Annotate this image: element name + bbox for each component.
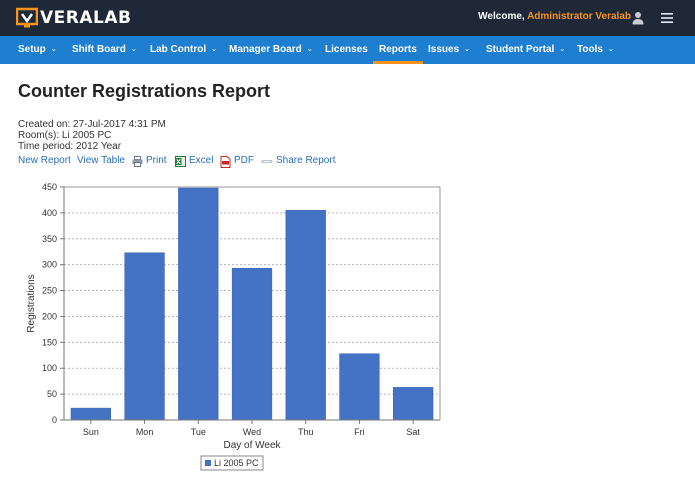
nav-shift-board[interactable]: Shift Board ⌄ xyxy=(72,36,137,64)
welcome-message: Welcome, Administrator Veralab xyxy=(478,11,631,22)
y-axis-label: Registrations xyxy=(26,274,37,332)
excel-icon[interactable] xyxy=(175,156,186,167)
y-tick-label: 400 xyxy=(42,208,57,218)
report-rooms: Room(s): Li 2005 PC xyxy=(18,130,112,141)
report-created: Created on: 27-Jul-2017 4:31 PM xyxy=(18,119,166,130)
bar-fri[interactable] xyxy=(339,353,380,421)
y-tick-label: 150 xyxy=(42,337,57,347)
new-report-link[interactable]: New Report xyxy=(18,155,71,166)
bar-thu[interactable] xyxy=(285,210,326,421)
excel-link[interactable]: Excel xyxy=(189,155,213,166)
x-tick-label: Mon xyxy=(136,427,154,437)
bar-tue[interactable] xyxy=(178,187,219,421)
nav-label: Student Portal xyxy=(486,44,555,55)
x-tick-label: Fri xyxy=(354,427,365,437)
share-report-link[interactable]: Share Report xyxy=(276,155,335,166)
y-axis-ticks: 0 50 100 150 200 250 300 350 400 450 xyxy=(42,182,64,425)
chevron-down-icon: ⌄ xyxy=(607,46,614,53)
nav-label: Issues xyxy=(428,44,460,55)
bar-mon[interactable] xyxy=(124,252,165,421)
nav-licenses[interactable]: Licenses xyxy=(325,36,368,64)
y-tick-label: 100 xyxy=(42,363,57,373)
nav-lab-control[interactable]: Lab Control ⌄ xyxy=(150,36,217,64)
print-link[interactable]: Print xyxy=(146,155,167,166)
x-tick-label: Sat xyxy=(406,427,420,437)
x-axis-ticks: Sun Mon Tue Wed Thu Fri Sat xyxy=(83,420,420,437)
bar-sun[interactable] xyxy=(70,407,111,421)
y-tick-label: 300 xyxy=(42,260,57,270)
hamburger-menu-icon[interactable] xyxy=(661,12,673,24)
legend-label: Li 2005 PC xyxy=(214,458,259,468)
page-title: Counter Registrations Report xyxy=(18,81,271,101)
user-icon[interactable] xyxy=(632,11,644,25)
logo-text: VERALAB xyxy=(40,8,132,28)
y-tick-label: 200 xyxy=(42,311,57,321)
nav-issues[interactable]: Issues ⌄ xyxy=(428,36,470,64)
nav-label: Tools xyxy=(577,44,603,55)
welcome-user[interactable]: Administrator Veralab xyxy=(527,11,631,22)
share-icon[interactable] xyxy=(261,156,273,167)
bar-wed[interactable] xyxy=(231,268,273,421)
top-bar: VERALAB Welcome, Administrator Veralab xyxy=(0,0,695,36)
nav-label: Licenses xyxy=(325,44,368,55)
nav-label: Setup xyxy=(18,44,46,55)
y-tick-label: 250 xyxy=(42,286,57,296)
welcome-prefix: Welcome, xyxy=(478,11,528,22)
y-tick-label: 450 xyxy=(42,182,57,192)
chevron-down-icon: ⌄ xyxy=(50,46,57,53)
y-tick-label: 50 xyxy=(47,389,57,399)
chevron-down-icon: ⌄ xyxy=(211,46,217,53)
view-table-link[interactable]: View Table xyxy=(77,155,125,166)
monitor-logo-icon xyxy=(16,7,38,28)
logo[interactable]: VERALAB xyxy=(16,7,131,29)
chevron-down-icon: ⌄ xyxy=(130,46,137,53)
printer-icon[interactable] xyxy=(132,156,143,167)
x-tick-label: Tue xyxy=(191,427,206,437)
nav-setup[interactable]: Setup ⌄ xyxy=(18,36,57,64)
nav-label: Lab Control xyxy=(150,44,207,55)
nav-label: Manager Board xyxy=(229,44,302,55)
chart-bars xyxy=(70,187,434,421)
nav-manager-board[interactable]: Manager Board ⌄ xyxy=(229,36,313,64)
pdf-link[interactable]: PDF xyxy=(234,155,254,166)
x-tick-label: Wed xyxy=(243,427,261,437)
chevron-down-icon: ⌄ xyxy=(464,46,471,53)
y-tick-label: 0 xyxy=(52,415,57,425)
nav-student-portal[interactable]: Student Portal ⌄ xyxy=(486,36,565,64)
pdf-icon[interactable] xyxy=(220,156,231,168)
chevron-down-icon: ⌄ xyxy=(306,46,313,53)
nav-label: Shift Board xyxy=(72,44,126,55)
bar-sat[interactable] xyxy=(393,387,434,421)
registrations-bar-chart: 0 50 100 150 200 250 300 350 400 450 Sun Mon Tue Wed… xyxy=(26,182,441,471)
report-period: Time period: 2012 Year xyxy=(18,141,122,152)
main-nav: Setup ⌄ Shift Board ⌄ Lab Control ⌄ Manager… xyxy=(0,36,695,64)
nav-reports[interactable]: Reports xyxy=(373,36,423,64)
chart-legend: Li 2005 PC xyxy=(200,455,264,471)
nav-label: Reports xyxy=(379,44,417,55)
y-tick-label: 350 xyxy=(42,234,57,244)
legend-swatch xyxy=(205,460,211,466)
x-tick-label: Thu xyxy=(298,427,314,437)
nav-tools[interactable]: Tools ⌄ xyxy=(577,36,614,64)
x-tick-label: Sun xyxy=(83,427,99,437)
x-axis-label: Day of Week xyxy=(223,440,281,451)
chevron-down-icon: ⌄ xyxy=(559,46,566,53)
